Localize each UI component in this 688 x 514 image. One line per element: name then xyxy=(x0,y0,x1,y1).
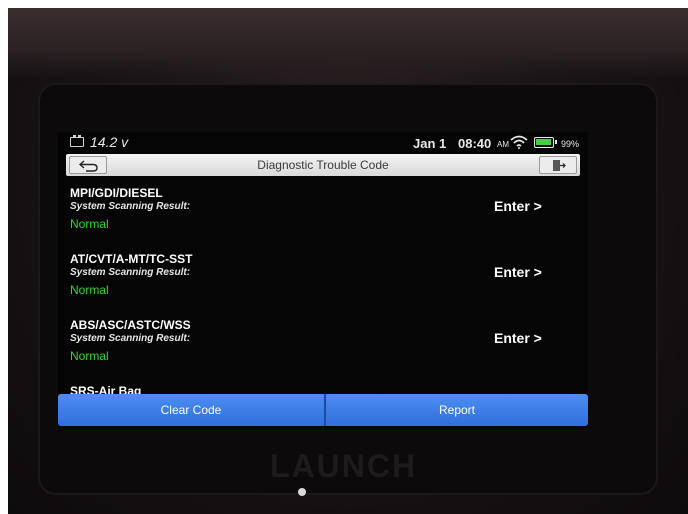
page-title: Diagnostic Trouble Code xyxy=(257,158,389,172)
wifi-icon xyxy=(510,135,528,149)
battery-fill xyxy=(536,139,551,145)
system-status: Normal xyxy=(70,283,109,297)
device-brand: LAUNCH xyxy=(270,448,418,484)
system-name: MPI/GDI/DIESEL xyxy=(70,186,163,200)
system-item[interactable]: AT/CVT/A-MT/TC-SST System Scanning Resul… xyxy=(58,246,588,312)
system-item[interactable]: ABS/ASC/ASTC/WSS System Scanning Result:… xyxy=(58,312,588,378)
clear-code-button[interactable]: Clear Code xyxy=(58,394,324,426)
status-time: 08:40 xyxy=(458,136,492,151)
device-light xyxy=(298,488,306,496)
title-bar: Diagnostic Trouble Code xyxy=(66,154,580,176)
system-result-label: System Scanning Result: xyxy=(70,333,191,344)
battery-voltage-icon xyxy=(70,135,84,147)
status-bar: 14.2 v Jan 1 08:40 AM 99% xyxy=(58,132,588,152)
system-status: Normal xyxy=(70,217,109,231)
system-item[interactable]: SRS-Air Bag xyxy=(58,378,588,394)
system-name: AT/CVT/A-MT/TC-SST xyxy=(70,252,193,266)
system-result-label: System Scanning Result: xyxy=(70,201,191,212)
action-bar: Clear Code Report xyxy=(58,394,588,426)
device-screen: 14.2 v Jan 1 08:40 AM 99% Diagnostic Tro… xyxy=(58,132,588,428)
system-name: ABS/ASC/ASTC/WSS xyxy=(70,318,191,332)
exit-icon xyxy=(553,160,566,171)
system-status: Normal xyxy=(70,349,109,363)
battery-icon xyxy=(534,137,557,148)
enter-button[interactable]: Enter > xyxy=(494,198,542,214)
battery-percent: 99% xyxy=(561,139,580,149)
system-list: MPI/GDI/DIESEL System Scanning Result: N… xyxy=(58,180,588,394)
system-item[interactable]: MPI/GDI/DIESEL System Scanning Result: N… xyxy=(58,180,588,246)
enter-button[interactable]: Enter > xyxy=(494,264,542,280)
system-result-label: System Scanning Result: xyxy=(70,267,191,278)
voltage-readout: 14.2 v xyxy=(90,134,129,150)
system-name: SRS-Air Bag xyxy=(70,384,142,394)
report-button[interactable]: Report xyxy=(326,394,588,426)
exit-button[interactable] xyxy=(539,156,577,174)
status-ampm: AM xyxy=(497,140,509,149)
enter-button[interactable]: Enter > xyxy=(494,330,542,346)
status-date: Jan 1 xyxy=(413,136,447,151)
